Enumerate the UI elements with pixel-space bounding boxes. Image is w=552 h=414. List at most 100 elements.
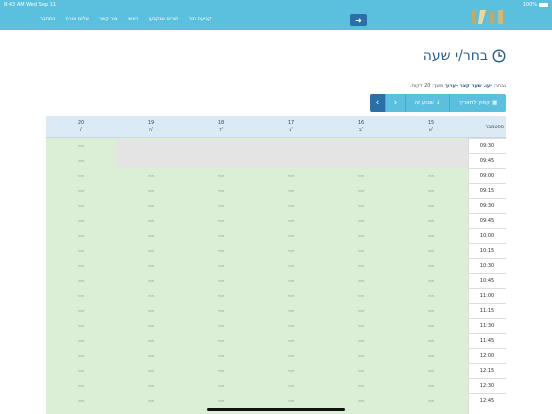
time-slot[interactable]: פנוי	[186, 353, 256, 358]
time-slot[interactable]: פנוי	[116, 308, 186, 313]
time-slot[interactable]: פנוי	[326, 353, 396, 358]
time-slot[interactable]: פנוי	[326, 218, 396, 223]
time-slot[interactable]: פנוי	[116, 173, 186, 178]
time-slot[interactable]: פנוי	[396, 383, 466, 388]
time-slot[interactable]: פנוי	[396, 218, 466, 223]
time-slot[interactable]: פנוי	[46, 368, 116, 373]
time-slot[interactable]: פנוי	[256, 368, 326, 373]
time-slot[interactable]: פנוי	[326, 368, 396, 373]
time-slot[interactable]: פנוי	[46, 398, 116, 403]
time-slot[interactable]: פנוי	[116, 218, 186, 223]
time-slot[interactable]: פנוי	[396, 398, 466, 403]
time-slot[interactable]: פנוי	[116, 248, 186, 253]
time-slot[interactable]: פנוי	[116, 233, 186, 238]
time-slot[interactable]: פנוי	[116, 323, 186, 328]
time-slot[interactable]: פנוי	[396, 338, 466, 343]
time-slot[interactable]: פנוי	[116, 353, 186, 358]
time-slot[interactable]: פנוי	[46, 188, 116, 193]
time-slot[interactable]: פנוי	[46, 233, 116, 238]
time-slot[interactable]: פנוי	[396, 173, 466, 178]
time-slot[interactable]: פנוי	[186, 293, 256, 298]
this-week-button[interactable]: שבוע זה ↓	[406, 94, 450, 112]
time-slot[interactable]: פנוי	[396, 188, 466, 193]
time-slot[interactable]: פנוי	[396, 308, 466, 313]
time-slot[interactable]: פנוי	[256, 293, 326, 298]
time-slot[interactable]: פנוי	[46, 353, 116, 358]
time-slot[interactable]: פנוי	[46, 143, 116, 148]
time-slot[interactable]: פנוי	[46, 323, 116, 328]
time-slot[interactable]: פנוי	[186, 308, 256, 313]
time-slot[interactable]: פנוי	[46, 248, 116, 253]
time-slot[interactable]: פנוי	[326, 173, 396, 178]
time-slot[interactable]: פנוי	[256, 248, 326, 253]
time-slot[interactable]: פנוי	[326, 188, 396, 193]
nav-link-booked[interactable]: תורים שנקבעו	[148, 16, 178, 22]
time-slot[interactable]: פנוי	[326, 338, 396, 343]
time-slot[interactable]: פנוי	[256, 323, 326, 328]
time-slot[interactable]: פנוי	[186, 383, 256, 388]
prev-week-button[interactable]: ‹	[370, 94, 386, 112]
time-slot[interactable]: פנוי	[256, 308, 326, 313]
time-slot[interactable]: פנוי	[326, 308, 396, 313]
time-slot[interactable]: פנוי	[186, 338, 256, 343]
time-slot[interactable]: פנוי	[256, 188, 326, 193]
time-slot[interactable]: פנוי	[326, 293, 396, 298]
nav-link-login[interactable]: התחבר	[40, 16, 56, 22]
time-slot[interactable]: פנוי	[186, 218, 256, 223]
time-slot[interactable]: פנוי	[256, 263, 326, 268]
nav-link-contact[interactable]: צור קשר	[99, 16, 118, 22]
time-slot[interactable]: פנוי	[326, 323, 396, 328]
time-slot[interactable]: פנוי	[116, 263, 186, 268]
time-slot[interactable]: פנוי	[116, 338, 186, 343]
time-slot[interactable]: פנוי	[46, 263, 116, 268]
time-slot[interactable]: פנוי	[396, 368, 466, 373]
time-slot[interactable]: פנוי	[396, 323, 466, 328]
nav-toggle-button[interactable]: ➜	[350, 14, 367, 26]
time-slot[interactable]: פנוי	[256, 338, 326, 343]
time-slot[interactable]: פנוי	[326, 278, 396, 283]
time-slot[interactable]: פנוי	[46, 293, 116, 298]
time-slot[interactable]: פנוי	[326, 398, 396, 403]
time-slot[interactable]: פנוי	[46, 308, 116, 313]
next-week-button[interactable]: ›	[386, 94, 406, 112]
time-slot[interactable]: פנוי	[256, 353, 326, 358]
time-slot[interactable]: פנוי	[186, 188, 256, 193]
time-slot[interactable]: פנוי	[256, 218, 326, 223]
time-slot[interactable]: פנוי	[186, 263, 256, 268]
nav-link-home[interactable]: ראשי	[128, 16, 139, 22]
time-slot[interactable]: פנוי	[256, 383, 326, 388]
time-slot[interactable]: פנוי	[186, 323, 256, 328]
time-slot[interactable]: פנוי	[46, 218, 116, 223]
time-slot[interactable]: פנוי	[186, 233, 256, 238]
time-slot[interactable]: פנוי	[46, 278, 116, 283]
time-slot[interactable]: פנוי	[396, 293, 466, 298]
time-slot[interactable]: פנוי	[256, 398, 326, 403]
time-slot[interactable]: פנוי	[396, 353, 466, 358]
time-slot[interactable]: פנוי	[116, 368, 186, 373]
time-slot[interactable]: פנוי	[396, 263, 466, 268]
time-slot[interactable]: פנוי	[326, 233, 396, 238]
time-slot[interactable]: פנוי	[396, 233, 466, 238]
time-slot[interactable]: פנוי	[116, 383, 186, 388]
time-slot[interactable]: פנוי	[396, 278, 466, 283]
time-slot[interactable]: פנוי	[256, 173, 326, 178]
time-slot[interactable]: פנוי	[326, 203, 396, 208]
time-slot[interactable]: פנוי	[116, 278, 186, 283]
time-slot[interactable]: פנוי	[186, 203, 256, 208]
time-slot[interactable]: פנוי	[116, 203, 186, 208]
time-slot[interactable]: פנוי	[116, 398, 186, 403]
time-slot[interactable]: פנוי	[46, 338, 116, 343]
time-slot[interactable]: פנוי	[326, 248, 396, 253]
time-slot[interactable]: פנוי	[46, 158, 116, 163]
nav-link-book[interactable]: קביעת תור	[188, 16, 211, 22]
time-slot[interactable]: פנוי	[116, 293, 186, 298]
time-slot[interactable]: פנוי	[46, 383, 116, 388]
time-slot[interactable]: פנוי	[256, 203, 326, 208]
jump-to-date-button[interactable]: קפוץ לתאריך ▦	[450, 94, 506, 112]
time-slot[interactable]: פנוי	[186, 398, 256, 403]
time-slot[interactable]: פנוי	[256, 278, 326, 283]
time-slot[interactable]: פנוי	[326, 263, 396, 268]
time-slot[interactable]: פנוי	[186, 173, 256, 178]
time-slot[interactable]: פנוי	[46, 203, 116, 208]
time-slot[interactable]: פנוי	[256, 233, 326, 238]
